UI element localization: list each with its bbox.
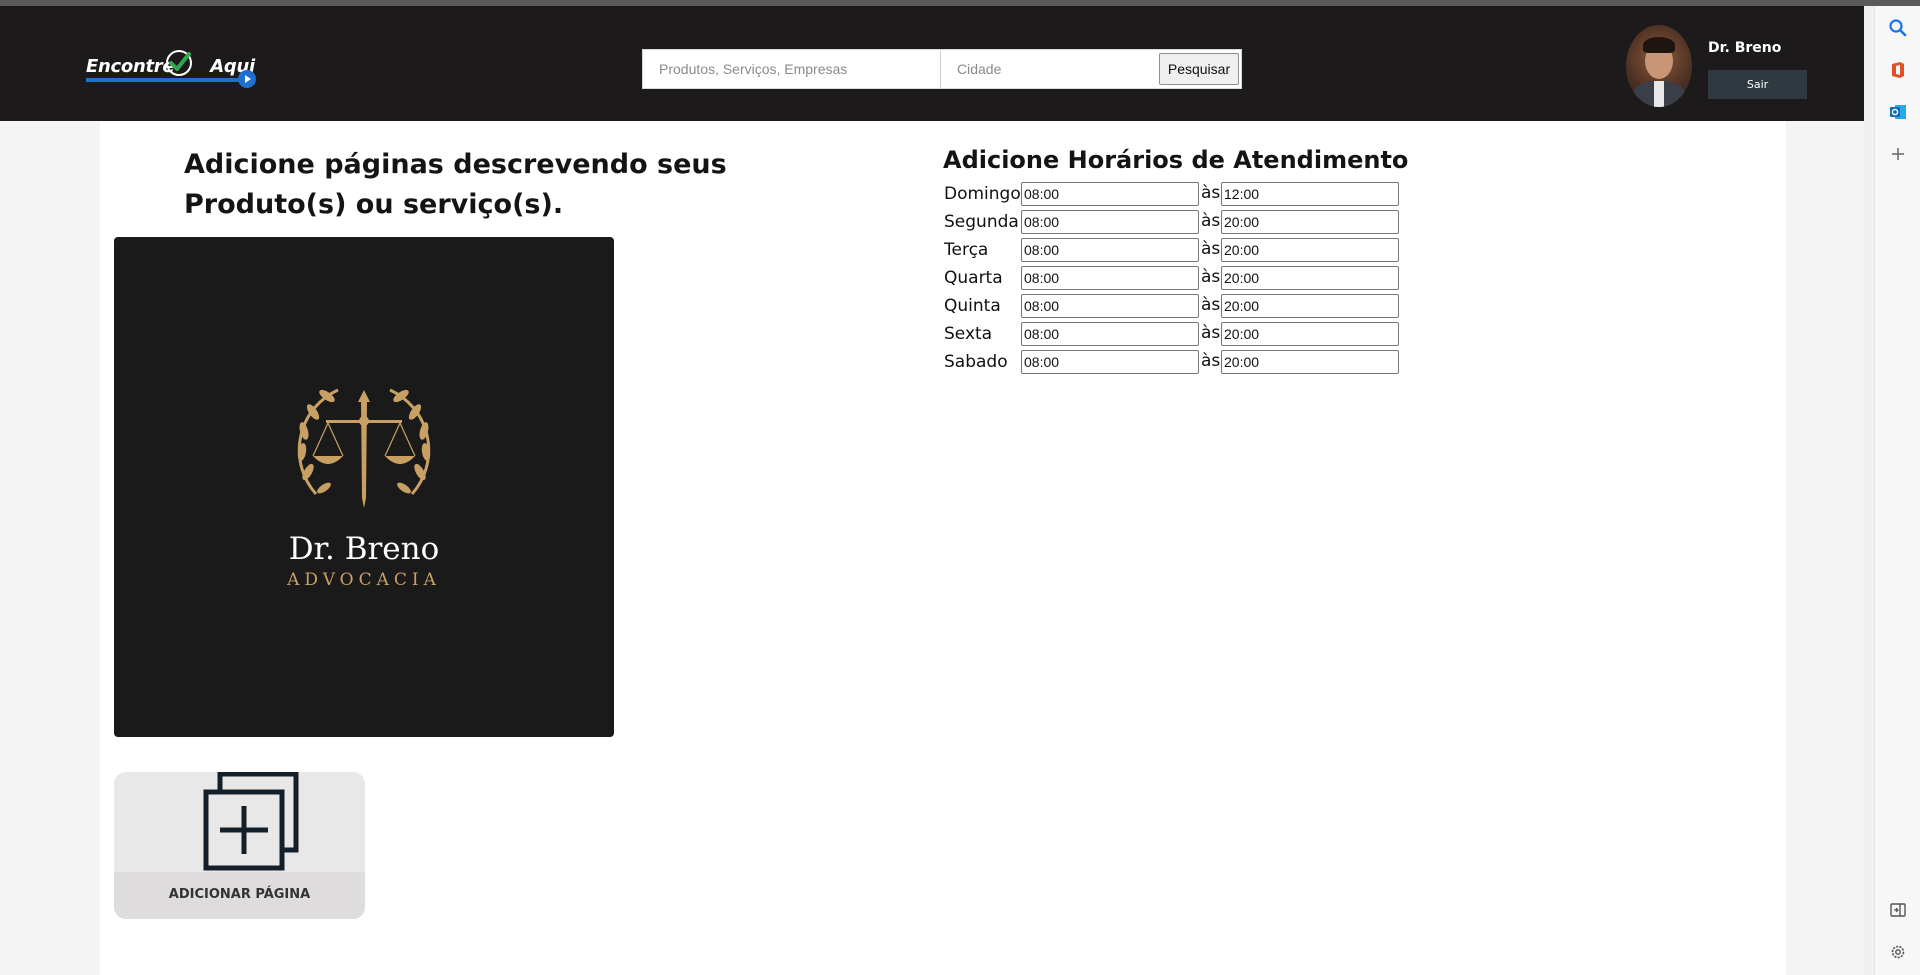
card-brand-name: Dr. Breno: [288, 531, 440, 567]
browser-sidebar: [1874, 6, 1920, 975]
play-icon: [238, 70, 256, 88]
page-scrollbar[interactable]: [1864, 6, 1874, 975]
closing-time-input[interactable]: [1221, 350, 1399, 374]
opening-time-input[interactable]: [1021, 294, 1199, 318]
site-logo[interactable]: Encontre Aqui: [86, 48, 258, 90]
logo-underline: [86, 78, 244, 82]
site-header: EncontreAqui Pesquisar Dr. Breno Sair: [0, 6, 1864, 121]
add-page-button[interactable]: ADICIONAR PÁGINA: [114, 772, 365, 919]
search-icon[interactable]: [1888, 18, 1908, 38]
time-separator: às: [1201, 295, 1221, 315]
day-label: Segunda: [944, 212, 1019, 232]
day-label: Domingo: [944, 184, 1021, 204]
opening-time-input[interactable]: [1021, 182, 1199, 206]
panel-icon[interactable]: [1888, 900, 1908, 920]
closing-time-input[interactable]: [1221, 210, 1399, 234]
hours-section-title: Adicione Horários de Atendimento: [943, 146, 1409, 174]
opening-time-input[interactable]: [1021, 210, 1199, 234]
check-icon: [166, 50, 192, 76]
closing-time-input[interactable]: [1221, 266, 1399, 290]
opening-time-input[interactable]: [1021, 266, 1199, 290]
logout-button[interactable]: Sair: [1708, 70, 1807, 99]
user-name: Dr. Breno: [1708, 40, 1782, 56]
time-separator: às: [1201, 323, 1221, 343]
time-separator: às: [1201, 183, 1221, 203]
closing-time-input[interactable]: [1221, 294, 1399, 318]
closing-time-input[interactable]: [1221, 238, 1399, 262]
search-button[interactable]: Pesquisar: [1159, 53, 1239, 85]
gear-icon[interactable]: [1888, 942, 1908, 962]
page-card[interactable]: Dr. Breno ADVOCACIA: [114, 237, 614, 737]
product-search-input[interactable]: [643, 50, 941, 88]
city-input[interactable]: [942, 50, 1152, 88]
card-brand-subtitle: ADVOCACIA: [287, 570, 441, 590]
avatar[interactable]: [1626, 25, 1692, 107]
day-label: Sexta: [944, 324, 993, 344]
day-label: Quarta: [944, 268, 1003, 288]
time-separator: às: [1201, 351, 1221, 371]
office-icon[interactable]: [1888, 60, 1908, 80]
opening-time-input[interactable]: [1021, 322, 1199, 346]
add-page-label: ADICIONAR PÁGINA: [168, 887, 311, 902]
scales-of-justice-logo: [297, 388, 431, 508]
day-label: Terça: [944, 240, 989, 260]
add-page-icon: [203, 772, 299, 871]
pages-section-title: Adicione páginas descrevendo seus Produt…: [184, 149, 727, 220]
time-separator: às: [1201, 267, 1221, 287]
outlook-icon[interactable]: [1888, 102, 1908, 122]
closing-time-input[interactable]: [1221, 322, 1399, 346]
opening-time-input[interactable]: [1021, 238, 1199, 262]
day-label: Sabado: [944, 352, 1008, 372]
day-label: Quinta: [944, 296, 1001, 316]
plus-icon[interactable]: [1888, 144, 1908, 164]
time-separator: às: [1201, 239, 1221, 259]
closing-time-input[interactable]: [1221, 182, 1399, 206]
time-separator: às: [1201, 211, 1221, 231]
opening-time-input[interactable]: [1021, 350, 1199, 374]
search-bar: Pesquisar: [642, 49, 1242, 89]
